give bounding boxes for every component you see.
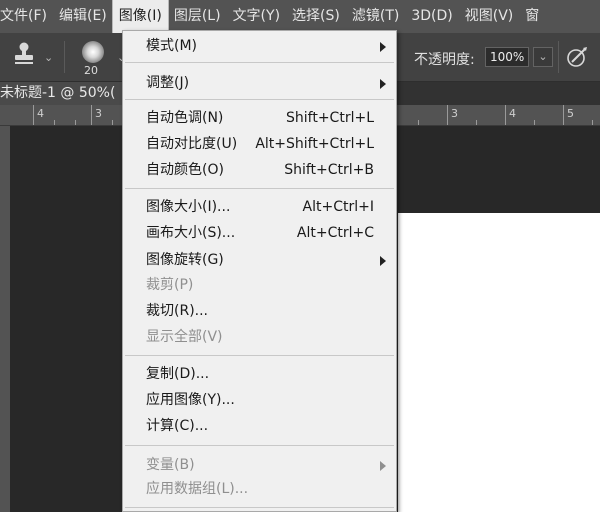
menu-item-label: 画布大小(S)... <box>146 225 236 241</box>
menu-type[interactable]: 文字(Y) <box>227 0 286 33</box>
ruler-tick <box>505 105 506 125</box>
menu-separator <box>125 188 394 189</box>
options-divider <box>64 41 65 73</box>
menu-separator <box>125 355 394 356</box>
opacity-input[interactable]: 100% <box>485 47 529 67</box>
menu-item-label: 裁剪(P) <box>146 277 194 293</box>
menu-item-adjustments[interactable]: 调整(J) <box>123 71 396 96</box>
menu-item-label: 变量(B) <box>146 457 195 473</box>
menu-separator <box>125 445 394 446</box>
ruler-label: 3 <box>95 107 102 120</box>
stamp-tool-icon[interactable] <box>12 41 36 67</box>
menu-item-auto-contrast[interactable]: 自动对比度(U) Alt+Shift+Ctrl+L <box>123 132 396 157</box>
submenu-arrow-icon <box>380 42 386 52</box>
menu-separator <box>125 99 394 100</box>
menu-item-crop: 裁剪(P) <box>123 273 396 298</box>
options-divider <box>558 41 559 73</box>
ruler-label: 4 <box>509 107 516 120</box>
menu-item-shortcut: Alt+Shift+Ctrl+L <box>255 136 374 152</box>
menu-layer[interactable]: 图层(L) <box>168 0 227 33</box>
menu-item-shortcut: Shift+Ctrl+L <box>286 110 374 126</box>
menu-3d[interactable]: 3D(D) <box>405 0 458 33</box>
menu-item-label: 裁切(R)... <box>146 303 209 319</box>
ruler-tick <box>418 120 419 125</box>
menu-item-apply-data-set: 应用数据组(L)... <box>123 477 396 502</box>
menu-item-calculations[interactable]: 计算(C)... <box>123 414 396 439</box>
document-canvas[interactable] <box>398 213 600 512</box>
menu-item-label: 模式(M) <box>146 38 198 54</box>
menu-bar: 文件(F) 编辑(E) 图像(I) 图层(L) 文字(Y) 选择(S) 滤镜(T… <box>0 0 600 34</box>
menu-item-shortcut: Alt+Ctrl+C <box>296 225 374 241</box>
menu-item-label: 计算(C)... <box>146 418 209 434</box>
submenu-arrow-icon <box>380 256 386 266</box>
ruler-tick <box>447 105 448 125</box>
image-menu-dropdown: 模式(M) 调整(J) 自动色调(N) Shift+Ctrl+L 自动对比度(U… <box>122 30 397 512</box>
pressure-opacity-icon[interactable] <box>566 46 588 68</box>
menu-item-variables: 变量(B) <box>123 453 396 478</box>
menu-image[interactable]: 图像(I) <box>111 0 169 34</box>
menu-separator <box>125 507 394 508</box>
ruler-label: 4 <box>37 107 44 120</box>
menu-item-label: 显示全部(V) <box>146 329 223 345</box>
brush-size-value: 20 <box>84 64 98 77</box>
menu-item-shortcut: Alt+Ctrl+I <box>302 199 374 215</box>
menu-item-label: 调整(J) <box>146 75 190 91</box>
menu-file[interactable]: 文件(F) <box>0 0 53 33</box>
menu-edit[interactable]: 编辑(E) <box>53 0 113 33</box>
menu-separator <box>125 62 394 63</box>
submenu-arrow-icon <box>380 461 386 471</box>
menu-window[interactable]: 窗 <box>519 0 539 33</box>
tool-preset-chevron-icon[interactable]: ⌄ <box>44 51 53 64</box>
menu-view[interactable]: 视图(V) <box>459 0 520 33</box>
menu-select[interactable]: 选择(S) <box>286 0 346 33</box>
ruler-label: 5 <box>567 107 574 120</box>
ruler-tick <box>91 105 92 125</box>
menu-item-shortcut: Shift+Ctrl+B <box>284 162 374 178</box>
menu-filter[interactable]: 滤镜(T) <box>346 0 405 33</box>
ruler-tick <box>75 120 76 125</box>
menu-item-label: 应用图像(Y)... <box>146 392 235 408</box>
opacity-dropdown-chevron-icon[interactable]: ⌄ <box>533 47 553 67</box>
menu-item-canvas-size[interactable]: 画布大小(S)... Alt+Ctrl+C <box>123 221 396 246</box>
menu-item-auto-color[interactable]: 自动颜色(O) Shift+Ctrl+B <box>123 158 396 183</box>
menu-item-auto-tone[interactable]: 自动色调(N) Shift+Ctrl+L <box>123 106 396 131</box>
submenu-arrow-icon <box>380 79 386 89</box>
menu-item-label: 自动色调(N) <box>146 110 224 126</box>
menu-item-mode[interactable]: 模式(M) <box>123 34 396 59</box>
brush-preview-icon[interactable] <box>82 41 104 63</box>
ruler-tick <box>33 105 34 125</box>
ruler-tick <box>476 120 477 125</box>
menu-item-trim[interactable]: 裁切(R)... <box>123 299 396 324</box>
vertical-ruler[interactable] <box>0 126 10 512</box>
menu-item-label: 复制(D)... <box>146 366 210 382</box>
menu-item-label: 图像旋转(G) <box>146 252 224 268</box>
document-tab[interactable]: 未标题-1 @ 50%( <box>0 82 130 105</box>
menu-item-image-size[interactable]: 图像大小(I)... Alt+Ctrl+I <box>123 195 396 220</box>
ruler-tick <box>534 120 535 125</box>
menu-item-label: 自动对比度(U) <box>146 136 238 152</box>
opacity-label: 不透明度: <box>414 52 475 68</box>
menu-item-label: 图像大小(I)... <box>146 199 231 215</box>
ruler-label: 3 <box>451 107 458 120</box>
menu-item-image-rotation[interactable]: 图像旋转(G) <box>123 248 396 273</box>
ruler-tick <box>592 120 593 125</box>
menu-item-label: 应用数据组(L)... <box>146 481 249 497</box>
menu-item-label: 自动颜色(O) <box>146 162 224 178</box>
menu-item-duplicate[interactable]: 复制(D)... <box>123 362 396 387</box>
ruler-tick <box>112 120 113 125</box>
ruler-tick <box>563 105 564 125</box>
ruler-tick <box>54 120 55 125</box>
menu-item-reveal-all: 显示全部(V) <box>123 325 396 350</box>
menu-item-apply-image[interactable]: 应用图像(Y)... <box>123 388 396 413</box>
